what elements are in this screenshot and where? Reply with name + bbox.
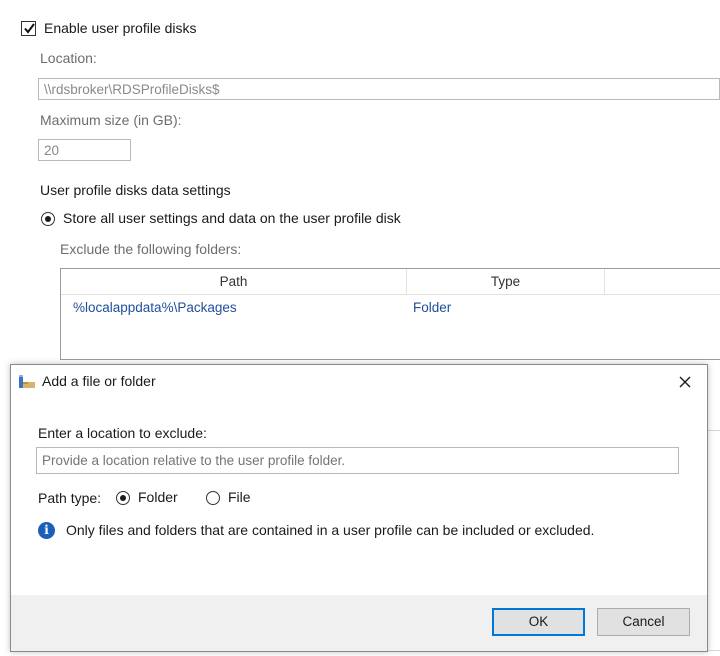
table-cell-path: %localappdata%\Packages [73,300,237,315]
max-size-field[interactable]: 20 [38,139,131,161]
column-header-type[interactable]: Type [407,269,605,295]
column-header-empty [605,269,720,295]
dialog-title: Add a file or folder [42,373,156,389]
table-header: Path Type [61,269,720,295]
max-size-label: Maximum size (in GB): [40,112,182,128]
path-type-file-label[interactable]: File [228,489,251,505]
table-cell-type: Folder [413,300,452,315]
background-divider [708,650,720,651]
path-type-file-radio[interactable] [206,491,220,505]
excluded-folders-table[interactable]: Path Type %localappdata%\Packages Folder [60,268,720,360]
close-icon[interactable] [675,372,695,392]
dialog-footer: OK Cancel [11,595,707,651]
exclude-location-label: Enter a location to exclude: [38,425,207,441]
column-header-path[interactable]: Path [61,269,407,295]
path-type-folder-radio[interactable] [116,491,130,505]
checkmark-icon [24,23,35,34]
exclude-location-input[interactable] [36,447,679,474]
table-row[interactable]: %localappdata%\Packages Folder [61,297,720,319]
store-all-label: Store all user settings and data on the … [63,210,401,226]
path-type-folder-label[interactable]: Folder [138,489,178,505]
data-settings-heading: User profile disks data settings [40,182,231,198]
add-file-or-folder-dialog: Add a file or folder Enter a location to… [10,364,708,652]
folder-add-icon [18,373,36,389]
info-message: Only files and folders that are containe… [66,522,595,538]
cancel-button[interactable]: Cancel [597,608,690,636]
store-all-radio[interactable] [41,212,55,226]
enable-profile-disks-label: Enable user profile disks [44,20,197,36]
exclude-folders-label: Exclude the following folders: [60,241,242,257]
path-type-label: Path type: [38,490,102,506]
enable-profile-disks-checkbox[interactable] [21,21,36,36]
location-label: Location: [40,50,97,66]
info-icon: i [38,522,55,539]
location-field[interactable]: \\rdsbroker\RDSProfileDisks$ [38,78,720,100]
background-divider [708,430,720,431]
ok-button[interactable]: OK [492,608,585,636]
